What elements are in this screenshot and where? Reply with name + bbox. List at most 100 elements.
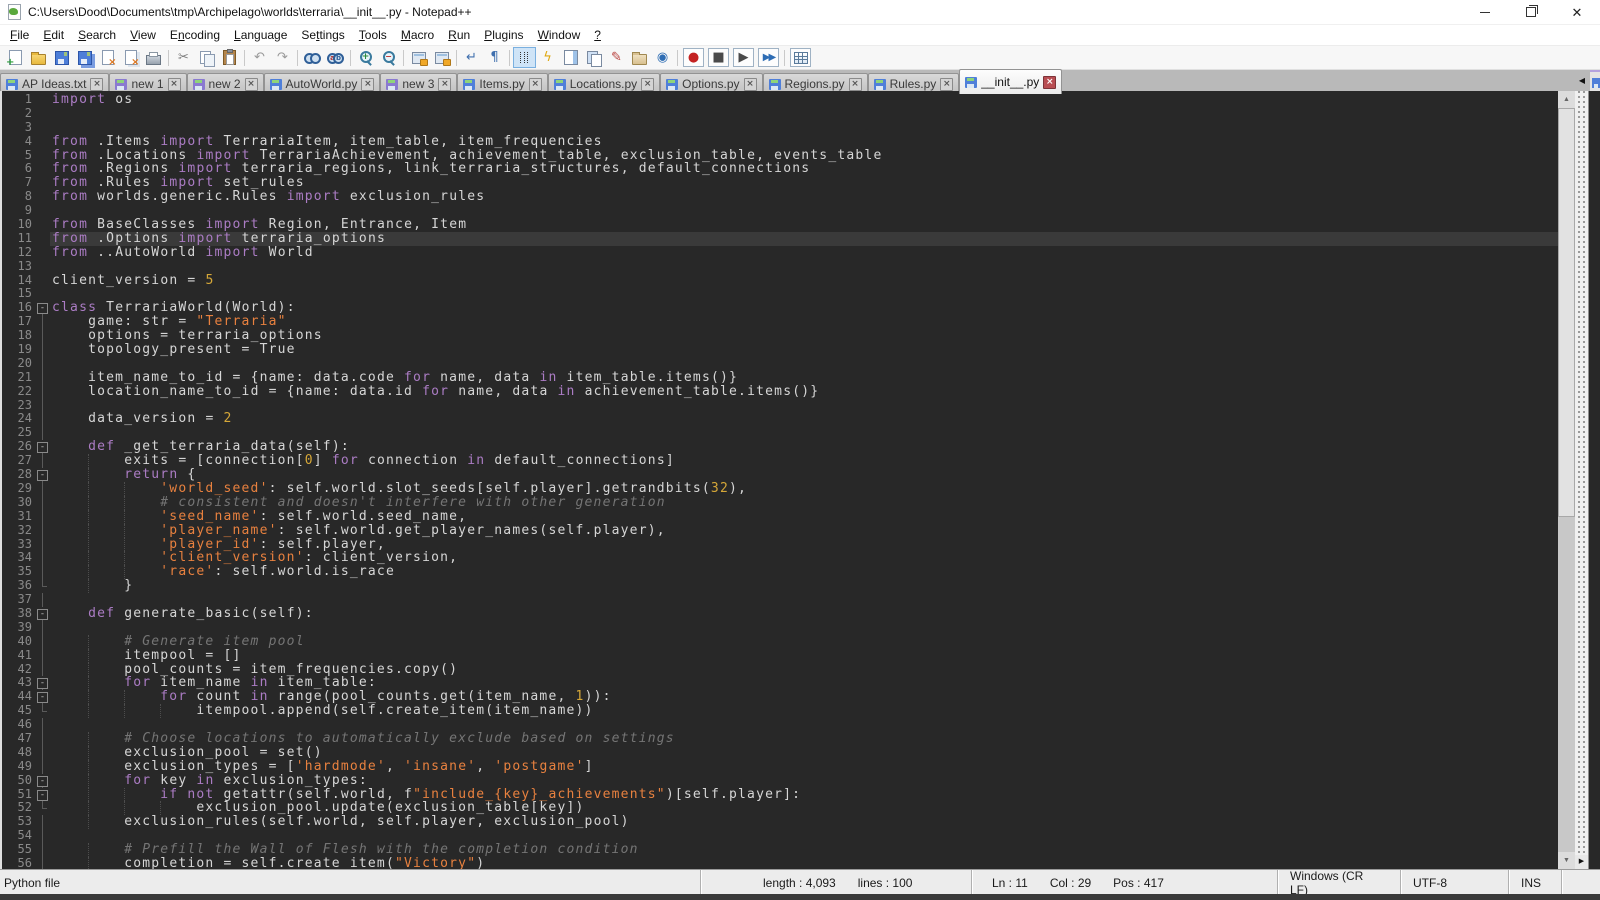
code-line-25[interactable]: 25 [2,426,1558,440]
tab-close-icon[interactable]: × [90,78,103,91]
code-line-22[interactable]: 22location_name_to_id = {name: data.id f… [2,385,1558,399]
tab-close-icon[interactable]: × [168,78,181,91]
tab-close-icon[interactable]: × [940,78,953,91]
code-line-24[interactable]: 24data_version = 2 [2,412,1558,426]
sync-vertical-scroll-icon[interactable] [407,47,430,68]
code-line-29[interactable]: 29'world_seed': self.world.slot_seeds[se… [2,482,1558,496]
fold-collapse-icon[interactable]: - [37,678,48,689]
splitter-expand-right-arrow-icon[interactable]: ▶ [1575,855,1588,869]
code-line-13[interactable]: 13 [2,260,1558,274]
code-line-21[interactable]: 21item_name_to_id = {name: data.code for… [2,371,1558,385]
code-line-7[interactable]: 7from .Rules import set_rules [2,176,1558,190]
scroll-up-arrow-icon[interactable]: ▲ [1558,91,1575,108]
tab-close-icon[interactable]: × [245,78,258,91]
code-line-39[interactable]: 39 [2,621,1558,635]
scrollbar-track[interactable] [1558,108,1575,852]
fold-collapse-icon[interactable]: - [37,303,48,314]
new-file-icon[interactable] [4,47,27,68]
tab-close-icon[interactable]: × [744,78,757,91]
code-line-18[interactable]: 18options = terraria_options [2,329,1558,343]
code-line-2[interactable]: 2 [2,107,1558,121]
code-line-47[interactable]: 47# Choose locations to automatically ex… [2,732,1558,746]
document-list-icon[interactable] [582,47,605,68]
code-line-36[interactable]: 36} [2,579,1558,593]
zoom-out-icon[interactable] [377,47,400,68]
find-icon[interactable] [301,47,324,68]
vertical-scrollbar[interactable]: ▲ ▼ [1558,91,1575,869]
code-line-14[interactable]: 14client_version = 5 [2,274,1558,288]
menu-item-[interactable]: ? [587,26,608,44]
menu-item-plugins[interactable]: Plugins [477,26,530,44]
code-line-5[interactable]: 5from .Locations import TerrariaAchievem… [2,149,1558,163]
code-line-10[interactable]: 10from BaseClasses import Region, Entran… [2,218,1558,232]
menu-item-file[interactable]: File [3,26,36,44]
code-line-44[interactable]: 44-for count in range(pool_counts.get(it… [2,690,1558,704]
minimize-button[interactable] [1462,0,1508,24]
code-line-6[interactable]: 6from .Regions import terraria_regions, … [2,162,1558,176]
tab--init-py[interactable]: __init__.py× [959,69,1062,94]
save-all-icon[interactable] [73,47,96,68]
status-resize-grip[interactable] [1561,870,1600,895]
code-line-11[interactable]: 11from .Options import terraria_options [2,232,1558,246]
code-line-1[interactable]: 1import os [2,93,1558,107]
menu-item-window[interactable]: Window [531,26,588,44]
code-line-32[interactable]: 32'player_name': self.world.get_player_n… [2,524,1558,538]
code-line-17[interactable]: 17game: str = "Terraria" [2,315,1558,329]
tab-scroll-left-arrow-icon[interactable]: ◀ [1579,77,1585,85]
menu-item-search[interactable]: Search [71,26,123,44]
tab-close-icon[interactable]: × [1043,76,1056,89]
code-line-45[interactable]: 45itempool.append(self.create_item(item_… [2,704,1558,718]
code-line-9[interactable]: 9 [2,204,1558,218]
code-line-38[interactable]: 38-def generate_basic(self): [2,607,1558,621]
code-line-31[interactable]: 31'seed_name': self.world.seed_name, [2,510,1558,524]
menu-item-macro[interactable]: Macro [394,26,441,44]
code-line-12[interactable]: 12from ..AutoWorld import World [2,246,1558,260]
fold-collapse-icon[interactable]: - [37,790,48,801]
code-line-40[interactable]: 40# Generate item pool [2,635,1558,649]
scroll-down-arrow-icon[interactable]: ▼ [1558,852,1575,869]
code-line-37[interactable]: 37 [2,593,1558,607]
scrollbar-thumb[interactable] [1558,108,1575,517]
function-list-icon[interactable]: ϟ [536,47,559,68]
close-button[interactable]: ✕ [1554,0,1600,24]
tab-close-icon[interactable]: × [438,78,451,91]
code-line-26[interactable]: 26-def _get_terraria_data(self): [2,440,1558,454]
view-splitter-grip[interactable]: ▶ [1575,91,1588,869]
code-line-28[interactable]: 28-return { [2,468,1558,482]
code-editor[interactable]: 1import os234from .Items import Terraria… [0,91,1558,869]
code-line-20[interactable]: 20 [2,357,1558,371]
close-all-icon[interactable] [119,47,142,68]
code-line-51[interactable]: 51-if not getattr(self.world, f"include_… [2,788,1558,802]
code-line-41[interactable]: 41itempool = [] [2,649,1558,663]
code-line-46[interactable]: 46 [2,718,1558,732]
code-line-43[interactable]: 43-for item_name in item_table: [2,676,1558,690]
monitoring-eye-icon[interactable]: ◉ [651,47,674,68]
code-line-56[interactable]: 56completion = self.create_item("Victory… [2,857,1558,869]
code-line-23[interactable]: 23 [2,399,1558,413]
fold-collapse-icon[interactable]: - [37,692,48,703]
tab-close-icon[interactable]: × [641,78,654,91]
fold-collapse-icon[interactable]: - [37,609,48,620]
menu-item-edit[interactable]: Edit [36,26,71,44]
fold-collapse-icon[interactable]: - [37,442,48,453]
replace-icon[interactable] [324,47,347,68]
open-file-icon[interactable] [27,47,50,68]
code-line-27[interactable]: 27exits = [connection[0] for connection … [2,454,1558,468]
code-line-8[interactable]: 8from worlds.generic.Rules import exclus… [2,190,1558,204]
indent-guide-icon[interactable] [513,47,536,68]
cut-icon[interactable]: ✂ [172,47,195,68]
code-line-19[interactable]: 19topology_present = True [2,343,1558,357]
paste-icon[interactable] [218,47,241,68]
tab-close-icon[interactable]: × [529,78,542,91]
close-file-icon[interactable] [96,47,119,68]
copy-icon[interactable] [195,47,218,68]
macro-stop-icon[interactable]: ■ [708,48,729,67]
folder-as-workspace-icon[interactable] [628,47,651,68]
menu-item-encoding[interactable]: Encoding [163,26,227,44]
save-icon[interactable] [50,47,73,68]
menu-item-run[interactable]: Run [441,26,477,44]
tab-close-icon[interactable]: × [849,78,862,91]
code-line-16[interactable]: 16-class TerrariaWorld(World): [2,301,1558,315]
tab-close-icon[interactable]: × [361,78,374,91]
code-line-49[interactable]: 49exclusion_types = ['hardmode', 'insane… [2,760,1558,774]
